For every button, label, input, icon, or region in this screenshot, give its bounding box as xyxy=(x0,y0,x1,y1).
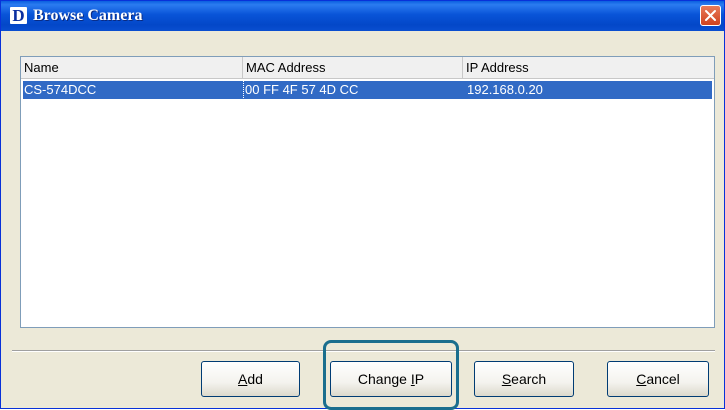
window-title: Browse Camera xyxy=(33,7,143,24)
camera-name-cell: CS-574DCC xyxy=(22,80,244,100)
dlink-logo-icon: D xyxy=(10,7,27,24)
column-header-mac-address[interactable]: MAC Address xyxy=(243,57,463,79)
column-header-ip-address[interactable]: IP Address xyxy=(463,57,714,79)
cancel-accelerator: C xyxy=(636,371,647,387)
title-bar[interactable]: D Browse Camera xyxy=(1,1,724,31)
change-ip-highlight-frame xyxy=(323,340,459,410)
cancel-button[interactable]: Cancel xyxy=(607,361,709,397)
mac-address-cell: 00 FF 4F 57 4D CC xyxy=(245,82,359,97)
camera-list[interactable]: Name MAC Address IP Address CS-574DCC 00… xyxy=(20,56,715,328)
browse-camera-dialog: D Browse Camera Name MAC Address IP Addr… xyxy=(0,0,725,410)
search-button[interactable]: Search xyxy=(474,361,574,397)
table-row[interactable]: CS-574DCC 00 FF 4F 57 4D CC 192.168.0.20 xyxy=(22,80,712,100)
close-button[interactable] xyxy=(700,5,721,26)
close-icon xyxy=(705,10,716,21)
add-button[interactable]: Add xyxy=(201,361,300,397)
search-accelerator: S xyxy=(501,371,512,387)
ip-address-cell: 192.168.0.20 xyxy=(467,82,543,97)
column-header-name[interactable]: Name xyxy=(21,57,243,79)
add-accelerator: A xyxy=(238,371,248,387)
